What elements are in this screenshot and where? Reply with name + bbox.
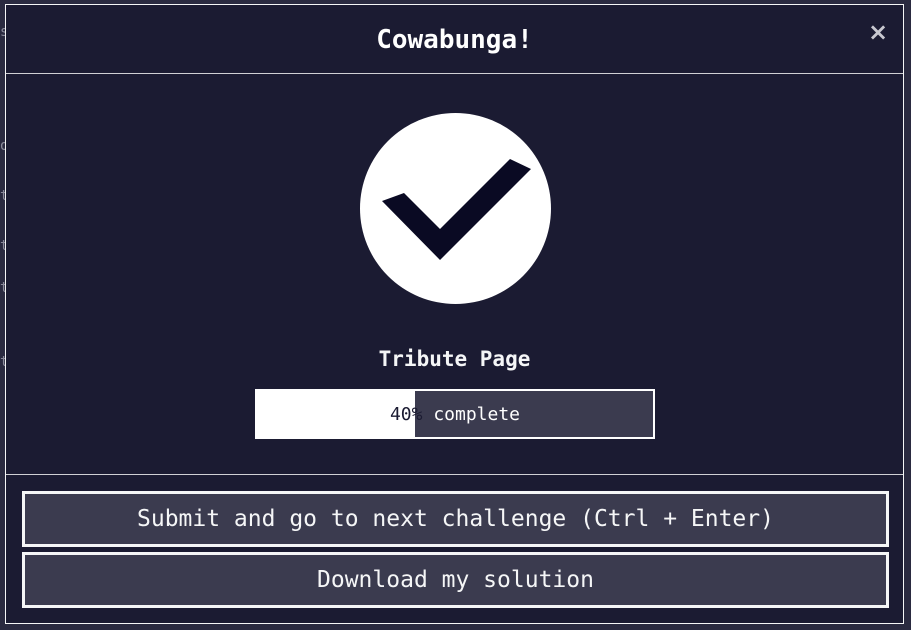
progress-suffix: complete: [422, 403, 521, 425]
close-button[interactable]: ×: [867, 19, 889, 45]
close-icon: ×: [867, 18, 889, 46]
modal-body: Tribute Page 40% complete: [6, 74, 903, 475]
submit-next-challenge-button[interactable]: Submit and go to next challenge (Ctrl + …: [22, 491, 889, 547]
completion-modal: Cowabunga! × Tribute Page 40% complete S…: [5, 4, 904, 624]
challenge-title: Tribute Page: [378, 347, 531, 371]
progress-percent: 40%: [389, 403, 423, 425]
check-circle-icon: [360, 113, 551, 304]
modal-title: Cowabunga!: [376, 25, 533, 55]
download-button-label: Download my solution: [317, 567, 594, 593]
progress-bar: 40% complete: [255, 389, 655, 439]
progress-label: 40% complete: [257, 391, 653, 437]
modal-header: Cowabunga! ×: [6, 5, 903, 74]
download-solution-button[interactable]: Download my solution: [22, 552, 889, 608]
submit-button-label: Submit and go to next challenge (Ctrl + …: [137, 506, 774, 532]
modal-footer: Submit and go to next challenge (Ctrl + …: [6, 475, 903, 608]
